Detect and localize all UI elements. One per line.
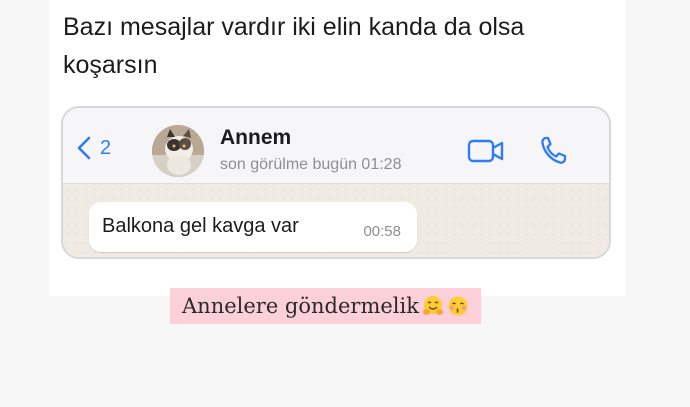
unread-count: 2 [100, 136, 112, 159]
caption-text: Annelere göndermelik [182, 294, 419, 318]
chat-messages: Balkona gel kavga var 00:58 [63, 185, 609, 257]
avatar[interactable] [152, 125, 204, 177]
back-button[interactable]: 2 [77, 136, 111, 160]
video-camera-icon [467, 139, 504, 163]
video-call-button[interactable] [467, 138, 505, 164]
voice-call-button[interactable] [540, 135, 568, 165]
chat-header: 2 Annem son görülme bugün 01:28 [63, 108, 609, 184]
message-bubble[interactable]: Balkona gel kavga var 00:58 [89, 202, 417, 252]
chat-screenshot: 2 Annem son görülme bugün 01:28 Balkona … [61, 106, 611, 259]
hugging-face-icon [422, 296, 443, 315]
message-time: 00:58 [363, 223, 401, 240]
contact-name[interactable]: Annem [220, 126, 291, 150]
face-blowing-kiss-icon [448, 296, 468, 316]
phone-icon [541, 136, 567, 164]
caption: Annelere göndermelik [170, 288, 481, 324]
post-text: Bazı mesajlar vardır iki elin kanda da o… [63, 13, 525, 79]
chevron-left-icon [77, 136, 91, 160]
cat-photo [152, 125, 204, 177]
last-seen-status: son görülme bugün 01:28 [220, 156, 402, 173]
post-card: Bazı mesajlar vardır iki elin kanda da o… [49, 0, 625, 296]
message-text: Balkona gel kavga var [102, 215, 299, 237]
